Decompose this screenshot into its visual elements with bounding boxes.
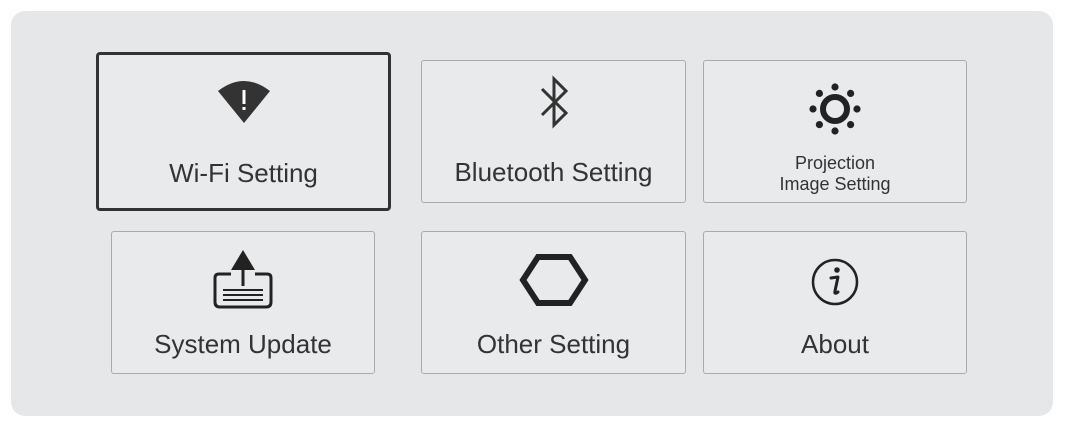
bluetooth-icon <box>422 73 685 133</box>
bluetooth-setting-label: Bluetooth Setting <box>454 157 653 187</box>
bluetooth-setting-button[interactable]: Bluetooth Setting <box>421 60 686 203</box>
wifi-warning-icon <box>99 77 388 127</box>
hexagon-icon <box>422 250 685 310</box>
about-label: About <box>801 329 869 359</box>
wifi-setting-label: Wi-Fi Setting <box>169 158 318 188</box>
projection-label-line1: Projection <box>794 153 876 173</box>
projection-label-line2: Image Setting <box>779 174 891 194</box>
info-icon <box>704 256 966 308</box>
system-update-button[interactable]: System Update <box>111 231 375 374</box>
other-setting-label: Other Setting <box>476 329 631 359</box>
upload-icon <box>112 246 374 312</box>
wifi-setting-button[interactable]: Wi-Fi Setting <box>96 52 391 211</box>
system-update-label: System Update <box>154 329 332 359</box>
projection-image-setting-button[interactable]: Projection Image Setting <box>703 60 967 203</box>
brightness-icon <box>704 79 966 139</box>
other-setting-button[interactable]: Other Setting <box>421 231 686 374</box>
about-button[interactable]: About <box>703 231 967 374</box>
